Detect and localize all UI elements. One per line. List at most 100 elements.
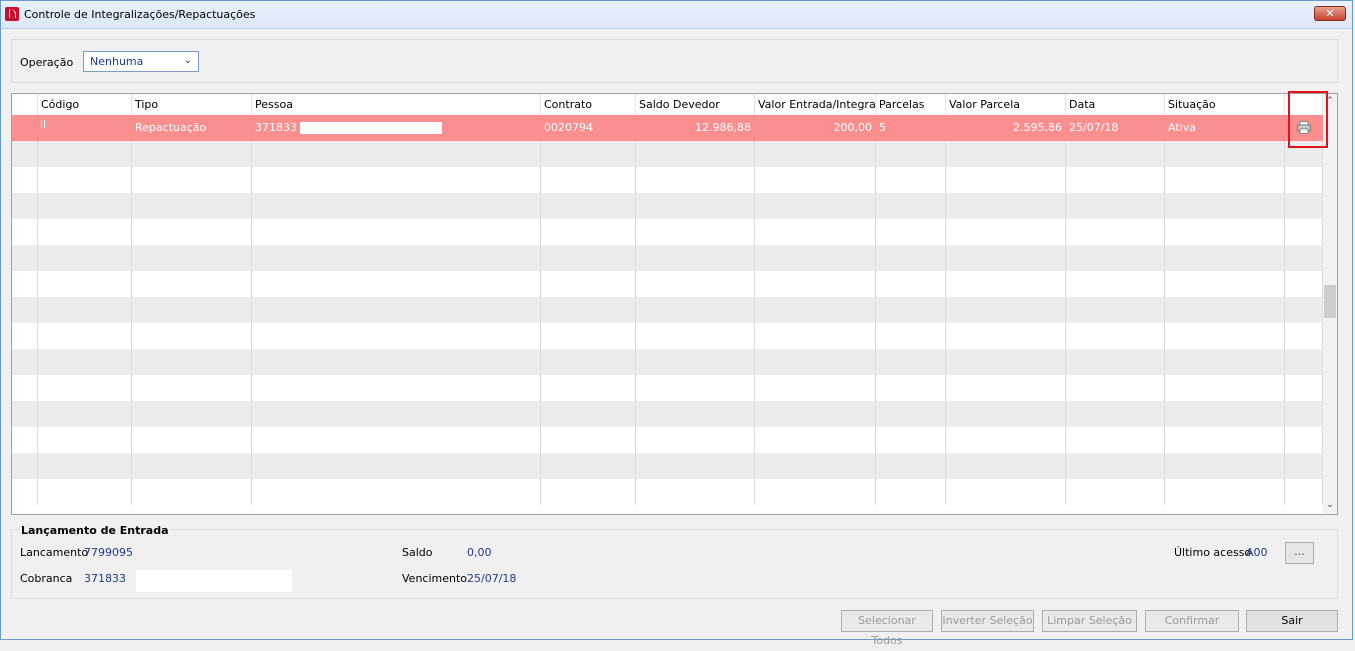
header-tipo[interactable]: Tipo [132, 94, 252, 115]
table-cell [1285, 245, 1323, 271]
table-cell [1165, 453, 1285, 479]
table-cell [755, 141, 876, 167]
table-cell [38, 141, 132, 167]
table-cell [755, 349, 876, 375]
table-cell [1165, 219, 1285, 245]
highlight-annotation [1288, 91, 1328, 148]
table-row[interactable] [12, 245, 1323, 271]
table-row[interactable] [12, 427, 1323, 453]
table-cell [755, 427, 876, 453]
redacted-cobranca-name [136, 570, 292, 592]
table-cell [12, 375, 38, 401]
limpar-selecao-button[interactable]: Limpar Seleção [1042, 610, 1137, 632]
sair-button[interactable]: Sair [1246, 610, 1338, 632]
table-cell [1066, 427, 1165, 453]
header-codigo[interactable]: Código [38, 94, 132, 115]
table-row[interactable] [12, 375, 1323, 401]
table-cell [876, 323, 946, 349]
inverter-selecao-button[interactable]: Inverter Seleção [941, 610, 1034, 632]
table-cell [1066, 297, 1165, 323]
cell-parcelas: 5 [876, 115, 946, 141]
scroll-down-icon[interactable]: ⌄ [1323, 500, 1337, 512]
table-cell [876, 193, 946, 219]
table-row-selected[interactable]: Repactuação 371833 0020794 12.986,88 200… [12, 115, 1323, 141]
cell-saldo-devedor: 12.986,88 [636, 115, 755, 141]
table-cell [636, 297, 755, 323]
table-row[interactable] [12, 271, 1323, 297]
table-row[interactable] [12, 219, 1323, 245]
table-cell [636, 271, 755, 297]
table-cell [38, 479, 132, 505]
grid-header: Código Tipo Pessoa Contrato Saldo Devedo… [12, 94, 1323, 116]
cobranca-value: 371833 [84, 572, 126, 585]
table-cell [132, 245, 252, 271]
operacao-select[interactable]: Nenhuma ⌄ [83, 51, 199, 72]
table-cell [38, 375, 132, 401]
ultimo-acesso-button[interactable]: ... [1285, 542, 1314, 564]
table-cell [876, 453, 946, 479]
close-button[interactable]: ✕ [1314, 6, 1346, 21]
header-parcelas[interactable]: Parcelas [876, 94, 946, 115]
table-cell [12, 141, 38, 167]
table-cell [38, 167, 132, 193]
header-pessoa[interactable]: Pessoa [252, 94, 541, 115]
table-cell [636, 479, 755, 505]
chevron-down-icon: ⌄ [183, 55, 192, 66]
table-cell [1165, 271, 1285, 297]
table-row[interactable] [12, 479, 1323, 505]
header-data[interactable]: Data [1066, 94, 1165, 115]
lancamento-value: 7799095 [84, 546, 133, 559]
vertical-scrollbar[interactable]: ⌃ ⌄ [1323, 94, 1337, 514]
title-bar: Controle de Integralizações/Repactuações… [1, 1, 1352, 29]
table-row[interactable] [12, 141, 1323, 167]
table-cell [252, 219, 541, 245]
table-cell [1285, 401, 1323, 427]
header-situacao[interactable]: Situação [1165, 94, 1285, 115]
table-cell [755, 375, 876, 401]
table-cell [946, 427, 1066, 453]
header-saldo-devedor[interactable]: Saldo Devedor [636, 94, 755, 115]
header-contrato[interactable]: Contrato [541, 94, 636, 115]
table-cell [252, 323, 541, 349]
table-cell [541, 271, 636, 297]
table-cell [12, 427, 38, 453]
table-cell [1285, 427, 1323, 453]
vencimento-label: Vencimento [402, 572, 468, 585]
table-cell [38, 453, 132, 479]
confirmar-button[interactable]: Confirmar [1145, 610, 1239, 632]
table-row[interactable] [12, 323, 1323, 349]
table-row[interactable] [12, 453, 1323, 479]
table-cell [38, 427, 132, 453]
table-cell [946, 167, 1066, 193]
table-cell [252, 349, 541, 375]
table-cell [755, 167, 876, 193]
table-cell [1285, 271, 1323, 297]
scroll-thumb[interactable] [1324, 285, 1336, 318]
table-cell [38, 349, 132, 375]
operacao-panel: Operação Nenhuma ⌄ [11, 39, 1338, 83]
table-cell [252, 271, 541, 297]
selecionar-todos-button[interactable]: Selecionar Todos [841, 610, 933, 647]
table-row[interactable] [12, 401, 1323, 427]
table-cell [541, 323, 636, 349]
table-cell [1285, 297, 1323, 323]
table-cell [541, 375, 636, 401]
table-cell [12, 297, 38, 323]
table-cell [946, 375, 1066, 401]
table-row[interactable] [12, 193, 1323, 219]
header-valor-entrada[interactable]: Valor Entrada/Integrali... [755, 94, 876, 115]
table-cell [876, 167, 946, 193]
table-cell [1285, 375, 1323, 401]
table-row[interactable] [12, 297, 1323, 323]
table-cell [1285, 167, 1323, 193]
header-valor-parcela[interactable]: Valor Parcela [946, 94, 1066, 115]
table-cell [636, 401, 755, 427]
table-cell [946, 219, 1066, 245]
table-cell [132, 271, 252, 297]
table-cell [132, 479, 252, 505]
table-row[interactable] [12, 167, 1323, 193]
table-cell [755, 401, 876, 427]
table-row[interactable] [12, 349, 1323, 375]
table-cell [541, 401, 636, 427]
header-indicator [12, 94, 38, 115]
